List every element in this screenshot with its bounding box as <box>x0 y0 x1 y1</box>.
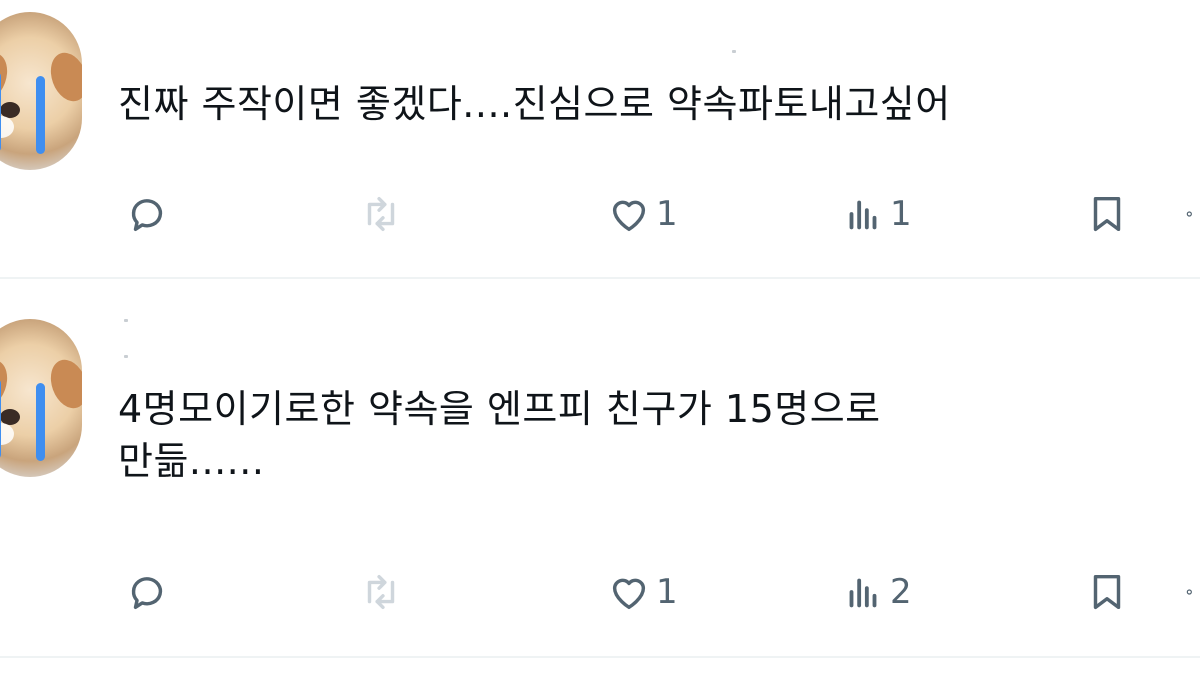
speech-bubble-icon <box>131 199 163 232</box>
speck <box>124 319 128 322</box>
tweet-1[interactable]: 진짜 주작이면 좋겠다....진심으로 약속파토내고싶어 1 1 <box>0 0 1200 278</box>
avatar-ear <box>44 354 82 414</box>
bookmark-icon <box>1093 196 1121 232</box>
divider <box>0 656 1200 658</box>
speck <box>124 355 128 358</box>
avatar-mouth <box>0 423 14 445</box>
views-button[interactable]: 1 <box>840 184 912 244</box>
repost-button[interactable] <box>358 184 404 244</box>
avatar[interactable] <box>0 319 82 477</box>
avatar-tear <box>36 383 45 461</box>
repost-arrows-icon <box>367 574 395 610</box>
speck <box>732 50 736 53</box>
reply-button[interactable] <box>124 562 170 622</box>
heart-icon <box>612 578 646 610</box>
tweet-text: 진짜 주작이면 좋겠다....진심으로 약속파토내고싶어 <box>118 82 951 126</box>
avatar-tear <box>0 72 1 152</box>
speech-bubble-icon <box>131 577 163 610</box>
bookmark-button[interactable] <box>1084 562 1130 622</box>
avatar-ear <box>0 354 14 414</box>
bookmark-icon <box>1093 574 1121 610</box>
share-icon <box>1186 211 1192 217</box>
views-button[interactable]: 2 <box>840 562 912 622</box>
share-button[interactable] <box>1184 562 1200 622</box>
bar-chart-icon <box>849 200 877 230</box>
like-button[interactable]: 1 <box>606 184 678 244</box>
bar-chart-icon <box>849 578 877 608</box>
repost-button[interactable] <box>358 562 404 622</box>
views-count: 2 <box>890 572 912 612</box>
like-count: 1 <box>656 194 678 234</box>
tweet-2[interactable]: 4명모이기로한 약속을 엔프피 친구가 15명으로 만듦...... 1 2 <box>0 279 1200 657</box>
avatar-tear <box>36 76 45 154</box>
views-count: 1 <box>890 194 912 234</box>
tweet-actions: 1 2 <box>0 562 1200 622</box>
avatar[interactable] <box>0 12 82 170</box>
avatar-mouth <box>0 116 14 138</box>
like-button[interactable]: 1 <box>606 562 678 622</box>
avatar-ear <box>44 47 82 107</box>
tweet-actions: 1 1 <box>0 184 1200 244</box>
heart-icon <box>612 200 646 232</box>
tweet-text: 4명모이기로한 약속을 엔프피 친구가 15명으로 만듦...... <box>118 387 881 483</box>
like-count: 1 <box>656 572 678 612</box>
avatar-ear <box>0 47 14 107</box>
reply-button[interactable] <box>124 184 170 244</box>
repost-arrows-icon <box>367 196 395 232</box>
avatar-tear <box>0 379 1 459</box>
share-icon <box>1186 589 1192 595</box>
bookmark-button[interactable] <box>1084 184 1130 244</box>
share-button[interactable] <box>1184 184 1200 244</box>
